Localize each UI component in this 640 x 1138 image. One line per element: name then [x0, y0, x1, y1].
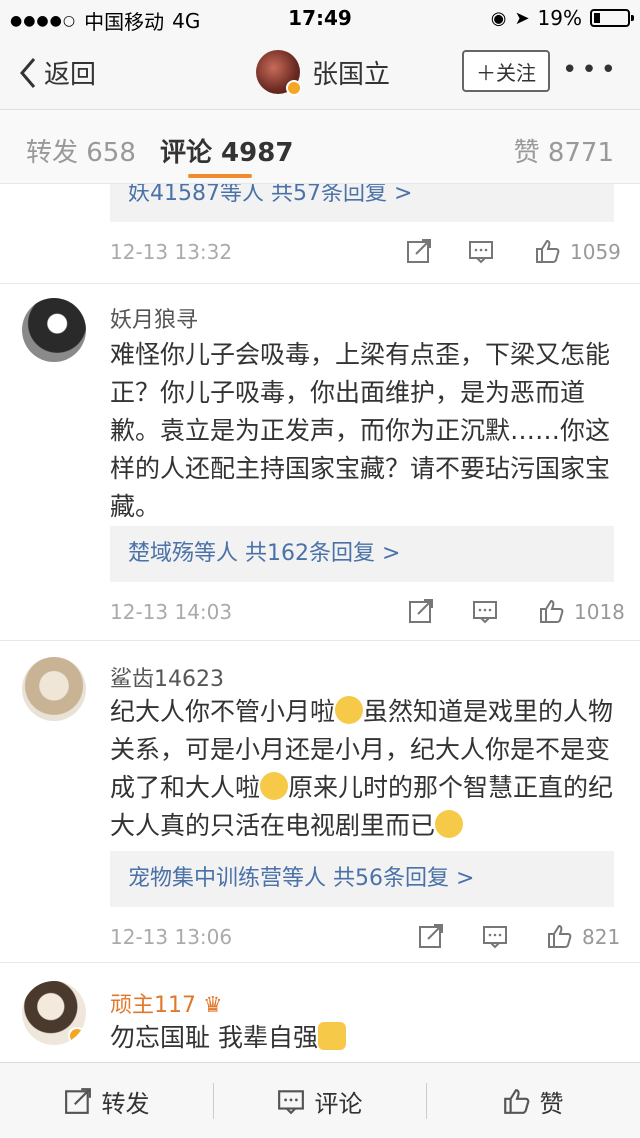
follow-button[interactable]: ＋关注	[462, 50, 550, 92]
avatar[interactable]	[256, 50, 302, 96]
back-button[interactable]: 返回	[18, 54, 96, 91]
comment-text: 勿忘国耻 我辈自强	[110, 1019, 620, 1057]
reply-summary[interactable]: 妖41587等人 共57条回复 >	[110, 184, 614, 222]
comment-item: 妖41587等人 共57条回复 > 12-13 13:32 1059	[0, 184, 640, 284]
comment-username[interactable]: 妖月狼寻	[110, 302, 198, 334]
battery-icon	[590, 9, 634, 27]
comment-icon	[277, 1090, 304, 1115]
comment-text-part: 勿忘国耻 我辈自强	[110, 1023, 318, 1052]
timestamp: 12-13 13:32	[110, 240, 233, 264]
avatar[interactable]	[22, 981, 86, 1045]
comment-meta: 12-13 14:03 1018	[110, 592, 625, 632]
like-count: 1018	[574, 600, 625, 624]
comment-icon[interactable]	[472, 598, 498, 624]
like-icon[interactable]	[538, 598, 564, 624]
comment-meta: 12-13 13:32 1059	[110, 232, 621, 272]
comment-username[interactable]: 顽主117 ♛	[110, 987, 223, 1019]
repost-icon[interactable]	[408, 598, 434, 624]
like-button[interactable]: 赞	[426, 1063, 639, 1138]
active-tab-indicator	[188, 174, 252, 178]
location-icon: ➤	[514, 7, 530, 29]
status-bar: ●●●●○ 中国移动 4G 17:49 ◉ ➤ 19%	[0, 0, 640, 36]
tab-like[interactable]: 赞 8771	[514, 132, 614, 169]
flexed-biceps-emoji-icon	[317, 1022, 346, 1050]
repost-button[interactable]: 转发	[0, 1063, 213, 1138]
battery-percent: 19%	[537, 6, 582, 30]
tab-bar: 转发 658 评论 4987 赞 8771	[0, 110, 640, 184]
comment-item: 顽主117 ♛ 勿忘国耻 我辈自强	[0, 963, 640, 1062]
comment-item: 妖月狼寻 难怪你儿子会吸毒，上梁有点歪，下梁又怎能正？你儿子吸毒，你出面维护，是…	[0, 284, 640, 641]
comment-meta: 12-13 13:06 821	[110, 917, 620, 957]
comment-text: 难怪你儿子会吸毒，上梁有点歪，下梁又怎能正？你儿子吸毒，你出面维护，是为恶而道歉…	[110, 340, 611, 521]
orientation-lock-icon: ◉	[490, 7, 507, 29]
more-icon[interactable]: •••	[562, 57, 620, 83]
username-text: 顽主117	[110, 993, 196, 1018]
bottom-action-bar: 转发 评论 赞	[0, 1062, 640, 1138]
profile-header[interactable]: 张国立	[256, 50, 391, 96]
comment-username[interactable]: 鲨齿14623	[110, 661, 224, 693]
comment-text: 纪大人你不管小月啦 虽然知道是戏里的人物关系，可是小月还是小月，纪大人你是不是变成…	[110, 693, 620, 845]
like-icon[interactable]	[534, 238, 560, 264]
avatar[interactable]	[22, 657, 86, 721]
back-label: 返回	[44, 60, 97, 90]
tab-comment[interactable]: 评论 4987	[160, 132, 293, 169]
verified-icon	[286, 80, 302, 96]
user-name: 张国立	[312, 59, 391, 90]
like-icon	[503, 1089, 529, 1114]
repost-icon[interactable]	[406, 238, 432, 264]
avatar[interactable]	[22, 298, 86, 362]
eyeroll-emoji-icon	[435, 810, 464, 838]
comment-list[interactable]: 妖41587等人 共57条回复 > 12-13 13:32 1059 妖月狼寻 …	[0, 184, 640, 1062]
comment-button[interactable]: 评论	[213, 1063, 426, 1138]
repost-label: 转发	[101, 1089, 150, 1118]
comment-icon[interactable]	[468, 238, 494, 264]
reply-summary[interactable]: 楚域殇等人 共162条回复 >	[110, 526, 614, 582]
like-label: 赞	[539, 1089, 564, 1118]
repost-icon	[64, 1088, 91, 1114]
crown-icon: ♛	[203, 993, 223, 1018]
nav-bar: 返回 张国立 ＋关注 •••	[0, 36, 640, 110]
comment-item: 鲨齿14623 纪大人你不管小月啦 虽然知道是戏里的人物关系，可是小月还是小月，纪…	[0, 641, 640, 963]
timestamp: 12-13 14:03	[110, 600, 233, 624]
verified-icon	[68, 1027, 86, 1045]
tab-repost[interactable]: 转发 658	[26, 132, 136, 169]
comment-label: 评论	[314, 1089, 363, 1118]
crying-emoji-icon	[335, 696, 364, 724]
chevron-left-icon	[20, 57, 36, 88]
reply-summary[interactable]: 宠物集中训练营等人 共56条回复 >	[110, 851, 614, 907]
comment-icon[interactable]	[482, 923, 508, 949]
like-icon[interactable]	[546, 923, 572, 949]
like-count: 1059	[570, 240, 621, 264]
like-count: 821	[582, 925, 621, 949]
timestamp: 12-13 13:06	[110, 925, 233, 949]
comment-text-part: 纪大人你不管小月啦	[110, 697, 336, 726]
repost-icon[interactable]	[418, 923, 444, 949]
scared-emoji-icon	[260, 772, 289, 800]
